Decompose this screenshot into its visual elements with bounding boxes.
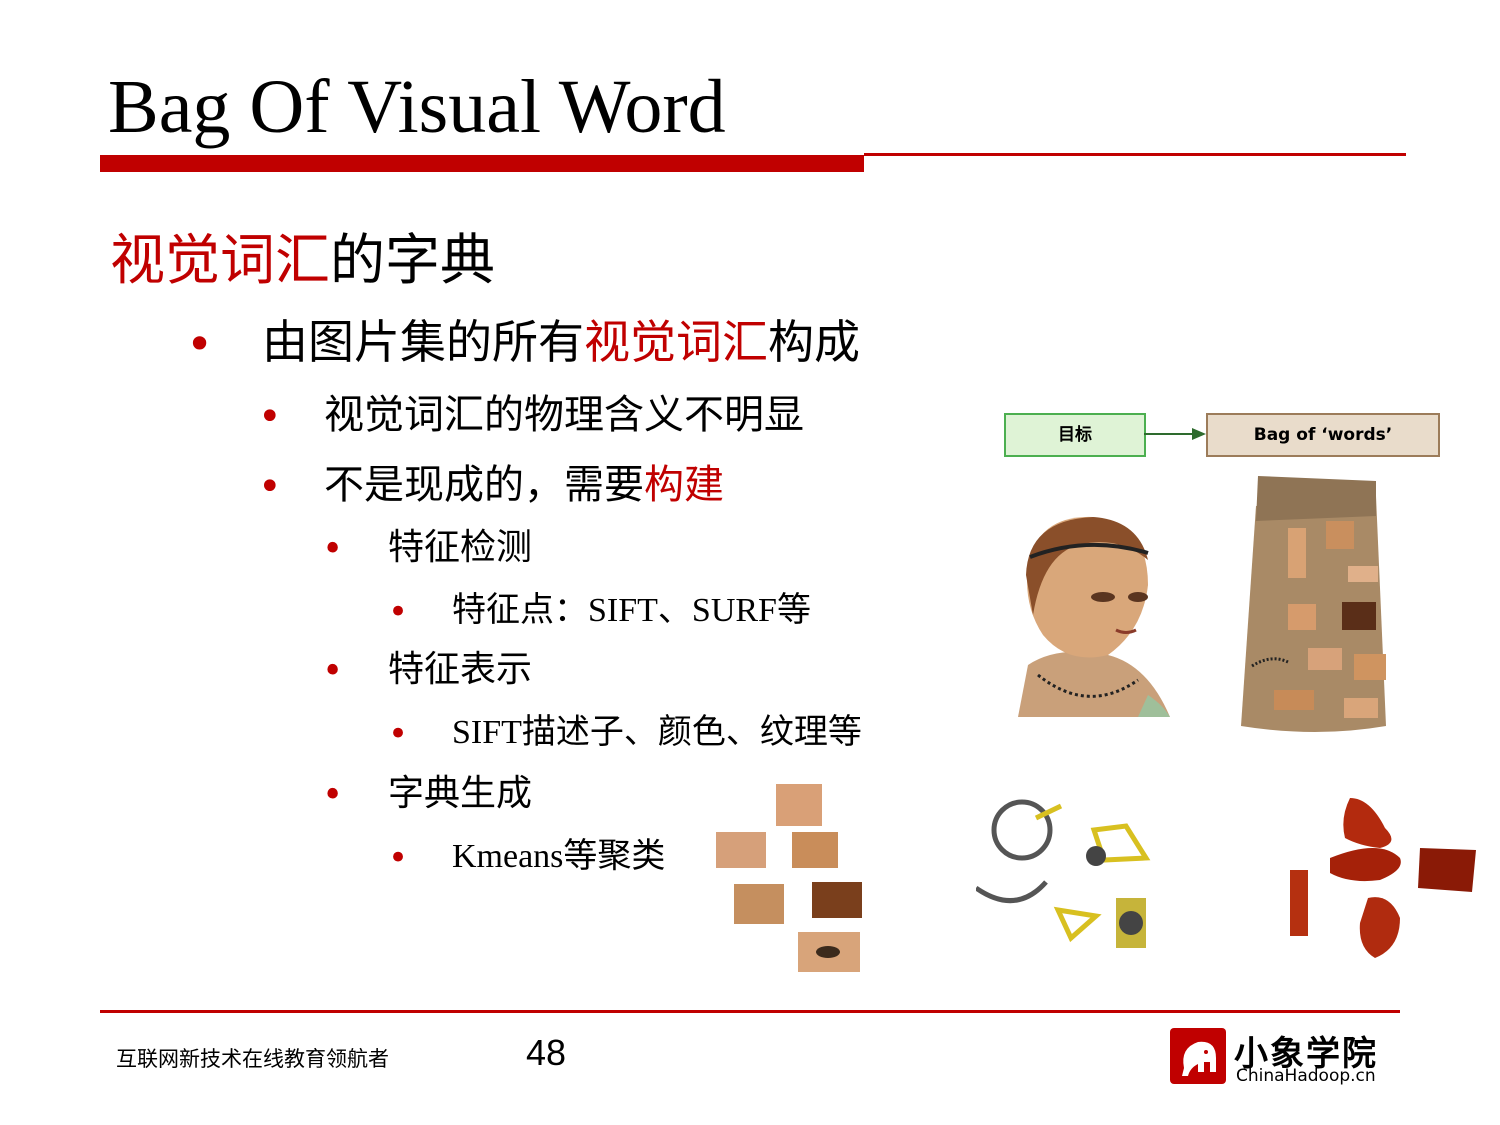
bag-image [1241, 476, 1386, 732]
bullet-item: 字典生成 [388, 773, 533, 814]
bullet-text: 由图片集的所有 [262, 315, 584, 369]
title-underline-thick [100, 155, 864, 172]
bag-of-words-box: Bag of ‘words’ [1206, 413, 1440, 457]
bullet-dot: • [258, 464, 282, 510]
bullet-item: 特征表示 [388, 649, 533, 690]
bullet-dot: • [388, 714, 409, 754]
bullet-dot: • [322, 651, 344, 692]
footer-tagline: 互联网新技术在线教育领航者 [116, 1047, 389, 1071]
page-number: 48 [526, 1032, 567, 1073]
face-patches-image [716, 784, 862, 972]
heading-rest: 的字典 [330, 228, 496, 292]
violin-parts-image [1290, 798, 1476, 958]
section-heading: 视觉词汇的字典 [110, 225, 495, 295]
bullet-text: 构成 [768, 315, 860, 369]
logo-subtitle: ChinaHadoop.cn [1236, 1066, 1376, 1086]
bullet-item: SIFT描述子、颜色、纹理等 [452, 714, 862, 751]
bullet-dot: • [186, 317, 214, 371]
bullet-dot: • [258, 394, 282, 440]
bullet-item: 视觉词汇的物理含义不明显 [324, 392, 804, 438]
slide-title: Bag Of Visual Word [108, 65, 726, 149]
bullet-item: 特征检测 [388, 527, 533, 568]
bullet-item: 由图片集的所有视觉词汇构成 [262, 314, 860, 370]
bullet-item: 特征点：SIFT、SURF等 [452, 592, 811, 629]
arrow-icon [1144, 428, 1206, 440]
bullet-highlight: 视觉词汇 [584, 315, 768, 369]
bicycle-parts-image [976, 799, 1151, 948]
elephant-logo-icon [1170, 1028, 1226, 1084]
bullet-dot: • [388, 838, 409, 878]
bullet-item: Kmeans等聚类 [452, 838, 666, 875]
portrait-image [998, 505, 1173, 717]
bullet-highlight: 构建 [644, 462, 724, 508]
bullet-dot: • [322, 529, 344, 570]
bullet-dot: • [388, 592, 409, 632]
title-underline-thin [864, 153, 1406, 156]
target-box: 目标 [1004, 413, 1146, 457]
bullet-item: 不是现成的，需要构建 [324, 460, 724, 510]
heading-highlight: 视觉词汇 [110, 228, 331, 292]
footer-rule [100, 1010, 1400, 1013]
bullet-text: 不是现成的，需要 [324, 462, 644, 508]
bullet-dot: • [322, 775, 344, 816]
